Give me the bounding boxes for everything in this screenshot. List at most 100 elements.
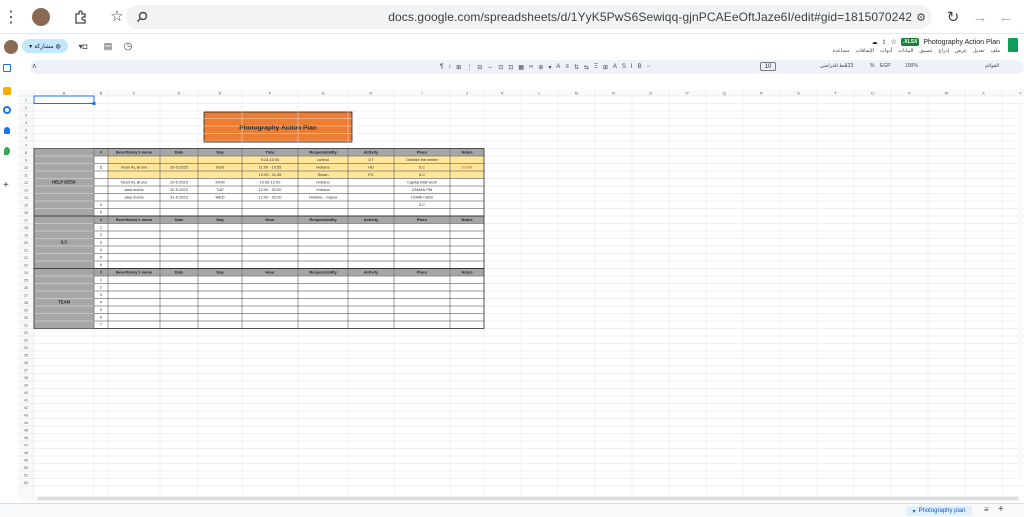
maps-icon[interactable] <box>4 147 10 155</box>
meet-icon[interactable]: ▾◘ <box>74 40 92 52</box>
row-number-40: 40 <box>24 391 28 395</box>
menu-item-4[interactable]: تنسيق <box>919 48 932 54</box>
decrease-size-icon[interactable]: − <box>647 64 651 70</box>
cell-0-5-7: HOME+Sissi <box>411 195 433 200</box>
cell-0-3-4: 10:30-12:00 <box>260 180 282 185</box>
rotate-icon[interactable]: ↕ <box>448 64 451 70</box>
text-color-icon[interactable]: A <box>613 64 617 70</box>
column-header-J: J <box>466 91 468 96</box>
row-number-27: 27 <box>24 293 28 297</box>
section-header-1-1: Beneficiary's name <box>116 217 153 222</box>
doc-title[interactable]: Photography Action Plan <box>923 39 1000 46</box>
menu-bar: ملف تعديل عرض إدراج تنسيق البيانات أدوات الإضاف… <box>833 48 1000 54</box>
zoom-select[interactable]: 100% <box>905 63 918 69</box>
filter-views-icon[interactable]: ⊟ <box>477 64 482 71</box>
menus-search[interactable]: القوائم <box>985 63 999 69</box>
strike-icon[interactable]: S <box>622 64 626 70</box>
row-number-37: 37 <box>24 368 28 372</box>
valign-icon[interactable]: ⇅ <box>574 64 579 71</box>
sheet-tab-photography-plan[interactable]: ▾ Photography plan <box>906 506 972 516</box>
fill-color-icon[interactable]: A <box>556 64 560 70</box>
share-button[interactable]: ▾ مشاركة ◍ <box>22 39 68 53</box>
section-header-1-5: Responsibility <box>309 217 337 222</box>
wrap-icon[interactable]: ↔ <box>487 64 493 70</box>
star-icon[interactable]: ☆ <box>891 38 897 46</box>
wrap-text-icon[interactable]: Ξ <box>594 64 598 70</box>
spreadsheet-grid[interactable]: A B C D E F G H I J K L M N O P Q R S T U V W X Y123456789101112… <box>18 90 1024 500</box>
comment-icon[interactable]: ⊡ <box>498 64 503 71</box>
collapse-toolbar-icon[interactable]: ˄ <box>32 62 37 71</box>
address-bar[interactable]: docs.google.com/spreadsheets/d/1YyK5PwS6… <box>126 5 932 29</box>
profile-avatar[interactable] <box>32 8 50 26</box>
section-header-0-4: Time <box>265 150 275 155</box>
section-header-0-6: Activity <box>364 150 379 155</box>
contacts-icon[interactable] <box>4 127 10 134</box>
link-icon[interactable]: ∞ <box>529 64 533 70</box>
functions-icon[interactable]: ⊕ <box>538 64 543 71</box>
menu-item-1[interactable]: تعديل <box>973 48 985 54</box>
url-text: docs.google.com/spreadsheets/d/1YyK5PwS6… <box>388 10 912 24</box>
add-sheet-icon[interactable]: + <box>998 504 1004 515</box>
sheets-logo-icon[interactable] <box>1008 38 1018 52</box>
cell-1-1-0: 2 <box>100 232 102 237</box>
section-label-1: ILC <box>61 240 68 245</box>
menu-item-8[interactable]: مساعدة <box>833 48 850 54</box>
more-vert-icon[interactable]: ⋮ <box>3 8 19 26</box>
menu-item-5[interactable]: البيانات <box>898 48 913 54</box>
font-size-box[interactable]: 10 <box>760 62 776 71</box>
fill-handle[interactable] <box>92 102 96 105</box>
cell-0-5-4: 12:00 - 02:00 <box>259 195 283 200</box>
menu-item-7[interactable]: الإضافات <box>856 48 875 54</box>
align-icon[interactable]: ≡ <box>565 64 569 70</box>
keep-icon[interactable] <box>3 87 11 95</box>
cell-0-5-3: WED <box>215 195 224 200</box>
row-number-28: 28 <box>24 301 28 305</box>
calendar-icon[interactable] <box>3 64 11 72</box>
account-avatar[interactable] <box>4 40 18 54</box>
borders-icon[interactable]: ▦ <box>518 64 524 71</box>
vertical-scrollbar[interactable] <box>1018 100 1023 480</box>
extensions-icon[interactable] <box>72 8 90 26</box>
percent-format[interactable]: % <box>870 63 874 69</box>
menu-item-0[interactable]: ملف <box>990 48 1000 54</box>
currency-format[interactable]: EGP <box>880 63 891 69</box>
column-header-R: R <box>760 91 763 96</box>
column-header-N: N <box>612 91 615 96</box>
italic-icon[interactable]: I <box>631 64 633 70</box>
section-header-2-6: Activity <box>364 270 379 275</box>
comments-icon[interactable]: ▤ <box>102 40 114 52</box>
forward-icon[interactable]: → <box>972 8 988 26</box>
hl-cell-2-5: Susan <box>317 172 328 177</box>
all-sheets-icon[interactable]: ≡ <box>984 505 989 514</box>
back-icon[interactable]: ← <box>998 8 1014 26</box>
image-icon[interactable]: ⊡ <box>508 64 513 71</box>
cell-1-4-0: 5 <box>100 255 102 260</box>
reload-icon[interactable]: ↻ <box>945 8 961 26</box>
merge-icon[interactable]: ⇆ <box>584 64 589 71</box>
menu-item-2[interactable]: عرض <box>955 48 967 54</box>
menu-item-3[interactable]: إدراج <box>938 48 949 54</box>
dropdown-icon[interactable]: ▾ <box>548 64 551 71</box>
bookmark-star-icon[interactable]: ☆ <box>108 7 126 25</box>
hl-cell-1-3: SUN <box>216 165 224 170</box>
more-icon[interactable]: ⋮ <box>466 64 472 71</box>
menu-item-6[interactable]: أدوات <box>880 48 892 54</box>
row-number-20: 20 <box>24 241 28 245</box>
hl-cell-1-0: 1 <box>100 165 102 170</box>
horizontal-scrollbar[interactable] <box>36 496 1020 501</box>
hl-cell-0-6: OT <box>368 157 374 162</box>
borders2-icon[interactable]: ⊞ <box>603 64 608 71</box>
history-icon[interactable]: ◷ <box>122 40 134 52</box>
tune-icon[interactable]: ⚙ <box>914 10 928 24</box>
chart-icon[interactable]: ⊞ <box>456 64 461 71</box>
cell-0-4-4: 12:00 - 02:00 <box>259 187 283 192</box>
section-header-2-4: Hour <box>265 270 275 275</box>
bold-icon[interactable]: B <box>638 64 642 70</box>
tasks-icon[interactable] <box>3 106 11 114</box>
add-addon-icon[interactable]: + <box>3 180 9 191</box>
row-number-44: 44 <box>24 421 28 425</box>
format-123[interactable]: 123 <box>845 63 853 69</box>
font-select[interactable]: خط افتراضي <box>820 63 847 69</box>
scrollbar-thumb[interactable] <box>38 497 1018 500</box>
text-direction-icon[interactable]: ¶ <box>440 64 443 70</box>
